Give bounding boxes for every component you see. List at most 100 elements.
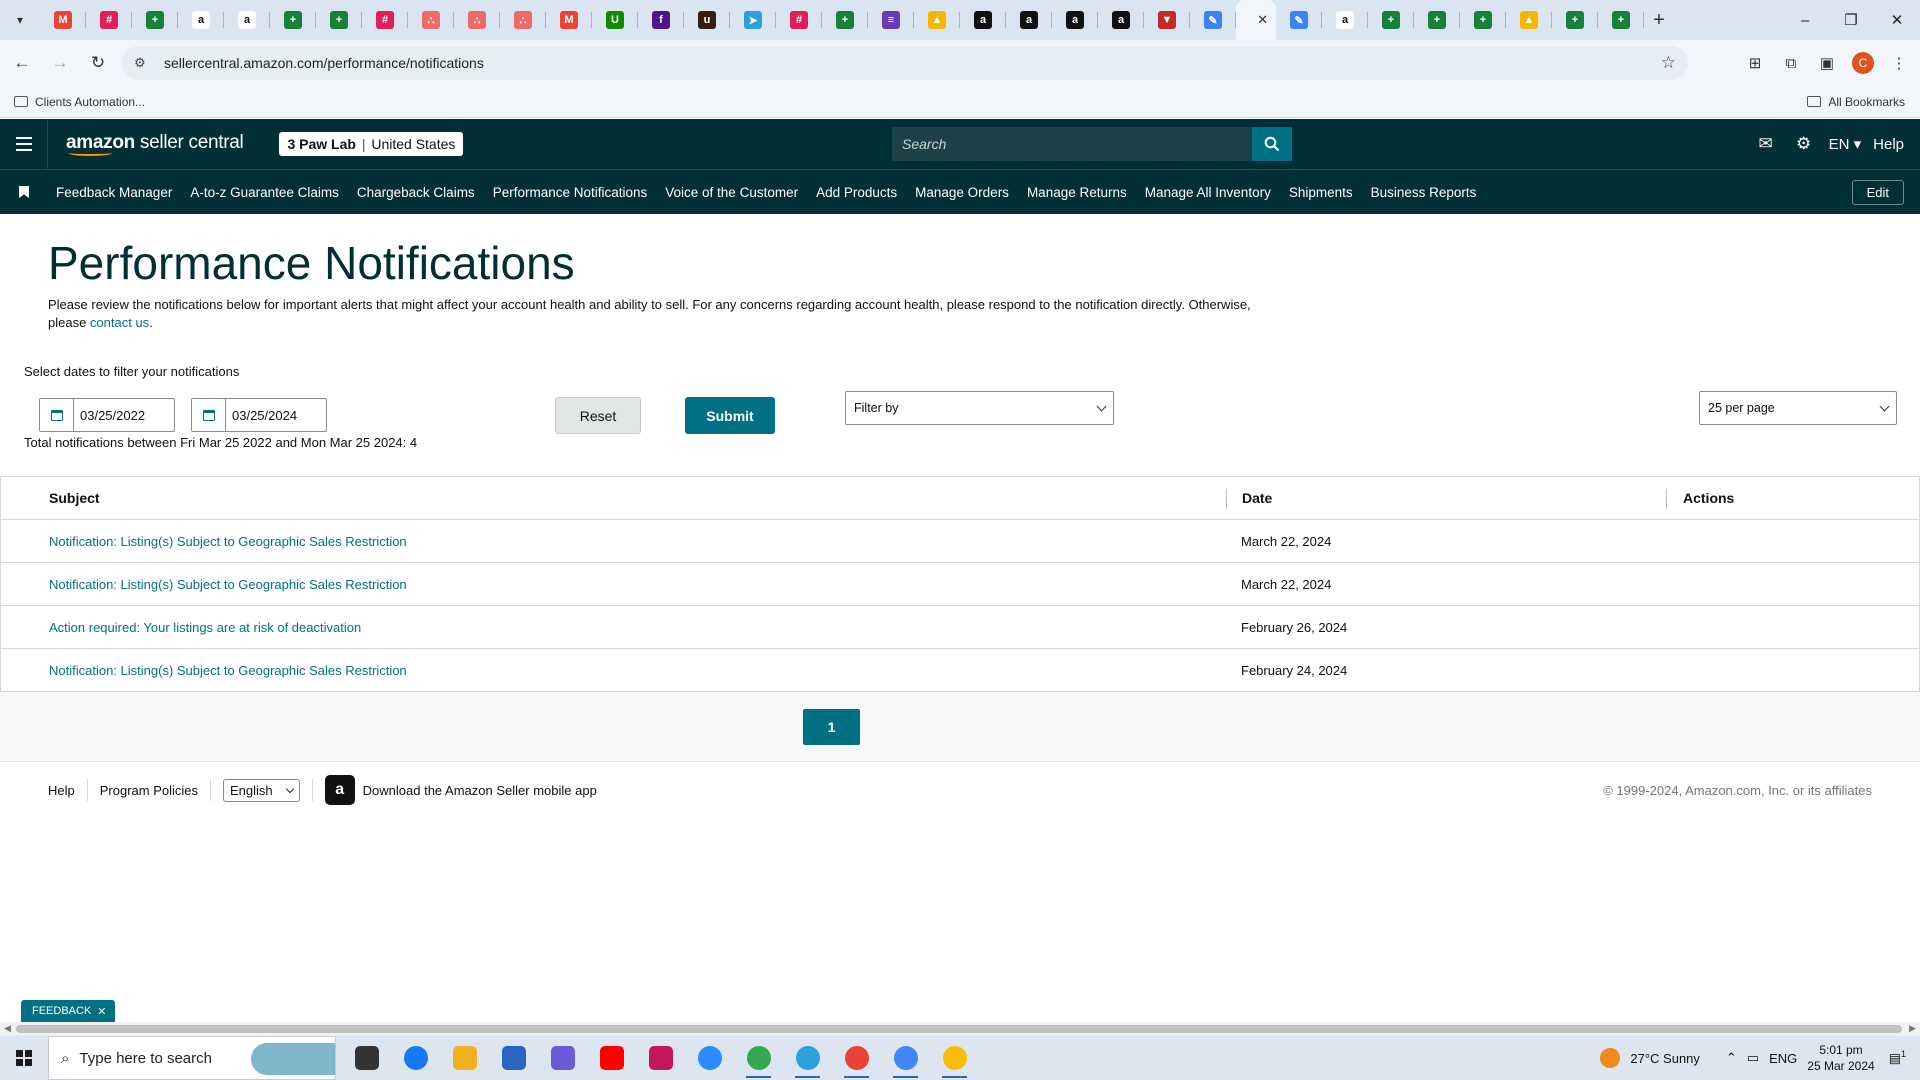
close-icon[interactable]: ✕ <box>97 1005 106 1018</box>
browser-tab[interactable]: ▲ <box>1506 0 1552 40</box>
forward-arrow-icon[interactable]: → <box>44 47 76 79</box>
site-info-icon[interactable]: ⚙ <box>134 55 154 71</box>
notification-subject-link[interactable]: Notification: Listing(s) Subject to Geog… <box>49 663 407 678</box>
notification-subject-link[interactable]: Action required: Your listings are at ri… <box>49 620 361 635</box>
bookmark-folder-clients-automation[interactable]: Clients Automation... <box>14 95 145 109</box>
minimize-icon[interactable]: – <box>1782 0 1828 40</box>
nav-link-manage-returns[interactable]: Manage Returns <box>1027 185 1127 200</box>
calendar-icon[interactable] <box>192 399 226 431</box>
browser-tab[interactable]: ≡ <box>868 0 914 40</box>
to-date-input[interactable]: 03/25/2024 <box>226 399 326 431</box>
taskbar-search-box[interactable]: ⌕ Type here to search <box>48 1036 336 1080</box>
browser-tab[interactable]: a <box>1098 0 1144 40</box>
browser-tab[interactable]: + <box>1460 0 1506 40</box>
browser-tab[interactable]: U <box>592 0 638 40</box>
back-arrow-icon[interactable]: ← <box>6 47 38 79</box>
new-tab-button[interactable]: + <box>1644 9 1674 32</box>
nav-link-manage-orders[interactable]: Manage Orders <box>915 185 1009 200</box>
clock[interactable]: 5:01 pm 25 Mar 2024 <box>1807 1042 1874 1074</box>
download-app-link[interactable]: Download the Amazon Seller mobile app <box>363 783 597 798</box>
windows-start-icon[interactable] <box>0 1036 48 1080</box>
contact-us-link[interactable]: contact us <box>90 315 149 330</box>
reload-icon[interactable]: ↻ <box>82 47 114 79</box>
column-divider[interactable] <box>1666 489 1667 509</box>
profile-avatar[interactable]: C <box>1852 52 1874 74</box>
browser-tab[interactable]: ∴ <box>454 0 500 40</box>
browser-tab[interactable]: + <box>1598 0 1644 40</box>
browser-tab[interactable]: a <box>1006 0 1052 40</box>
translate-icon[interactable]: ⊞ <box>1744 54 1766 72</box>
notification-subject-link[interactable]: Notification: Listing(s) Subject to Geog… <box>49 577 407 592</box>
amazon-app-icon[interactable]: a <box>324 775 355 805</box>
show-hidden-icons-chevron-icon[interactable]: ⌃ <box>1726 1050 1737 1066</box>
taskbar-app[interactable] <box>342 1036 391 1080</box>
browser-menu-icon[interactable]: ⋮ <box>1888 54 1910 72</box>
browser-tab[interactable]: a <box>1322 0 1368 40</box>
scroll-left-arrow-icon[interactable]: ◀ <box>4 1023 11 1034</box>
browser-tab[interactable]: ▼ <box>1144 0 1190 40</box>
search-button[interactable] <box>1252 127 1292 161</box>
edit-nav-button[interactable]: Edit <box>1851 180 1904 205</box>
nav-link-manage-inventory[interactable]: Manage All Inventory <box>1145 185 1271 200</box>
url-text[interactable]: sellercentral.amazon.com/performance/not… <box>164 55 484 71</box>
horizontal-scrollbar[interactable]: ◀ ▶ <box>0 1022 1920 1036</box>
taskbar-app[interactable] <box>489 1036 538 1080</box>
column-divider[interactable] <box>1226 489 1227 509</box>
mail-icon[interactable]: ✉ <box>1747 134 1785 154</box>
store-marketplace-switcher[interactable]: 3 Paw Lab | United States <box>279 132 464 156</box>
browser-tab[interactable]: + <box>1552 0 1598 40</box>
browser-tab[interactable]: a <box>178 0 224 40</box>
taskbar-app[interactable] <box>440 1036 489 1080</box>
browser-tab[interactable]: + <box>270 0 316 40</box>
browser-tab[interactable]: a <box>1052 0 1098 40</box>
close-window-icon[interactable]: ✕ <box>1874 0 1920 40</box>
per-page-select[interactable]: 25 per page <box>1699 391 1897 425</box>
taskbar-app[interactable] <box>881 1036 930 1080</box>
browser-tab[interactable]: ∴ <box>500 0 546 40</box>
browser-tab[interactable]: # <box>86 0 132 40</box>
browser-tab[interactable]: ➤ <box>730 0 776 40</box>
browser-tab[interactable]: # <box>362 0 408 40</box>
taskbar-app[interactable] <box>930 1036 979 1080</box>
tab-search-chevron-icon[interactable]: ▾ <box>6 6 34 34</box>
notification-center-icon[interactable]: ▤1 <box>1889 1049 1906 1066</box>
side-panel-icon[interactable]: ▣ <box>1816 54 1838 72</box>
nav-link-feedback-manager[interactable]: Feedback Manager <box>56 185 172 200</box>
nav-link-a-to-z-claims[interactable]: A-to-z Guarantee Claims <box>190 185 339 200</box>
from-date-field[interactable]: 03/25/2022 <box>39 398 175 432</box>
active-tab[interactable]: ✕ <box>1236 0 1276 40</box>
footer-language-select[interactable]: English <box>223 778 300 802</box>
submit-button[interactable]: Submit <box>685 397 775 434</box>
browser-tab[interactable]: ∴ <box>408 0 454 40</box>
footer-program-policies-link[interactable]: Program Policies <box>100 783 198 798</box>
browser-tab[interactable]: ▲ <box>914 0 960 40</box>
taskbar-app[interactable] <box>636 1036 685 1080</box>
amazon-seller-central-logo[interactable]: amazon seller central <box>66 132 244 156</box>
page-button-current[interactable]: 1 <box>803 709 860 745</box>
calendar-icon[interactable] <box>40 399 74 431</box>
help-link[interactable]: Help <box>1873 136 1904 153</box>
browser-tab[interactable]: ✎ <box>1190 0 1236 40</box>
extensions-icon[interactable]: ⧉ <box>1780 55 1802 72</box>
browser-tab[interactable]: ✎ <box>1276 0 1322 40</box>
nav-link-business-reports[interactable]: Business Reports <box>1371 185 1477 200</box>
nav-link-add-products[interactable]: Add Products <box>816 185 897 200</box>
browser-tab[interactable]: u <box>684 0 730 40</box>
browser-tab[interactable]: # <box>776 0 822 40</box>
taskbar-app[interactable] <box>783 1036 832 1080</box>
browser-tab[interactable]: M <box>40 0 86 40</box>
search-input[interactable]: Search <box>892 127 1252 161</box>
column-header-subject[interactable]: Subject <box>49 490 100 506</box>
restore-icon[interactable]: ❐ <box>1828 0 1874 40</box>
filter-by-select[interactable]: Filter by <box>845 391 1114 425</box>
close-tab-icon[interactable]: ✕ <box>1257 12 1268 28</box>
reset-button[interactable]: Reset <box>555 397 641 434</box>
nav-link-performance-notifications[interactable]: Performance Notifications <box>493 185 648 200</box>
taskbar-app[interactable] <box>734 1036 783 1080</box>
input-language[interactable]: ENG <box>1769 1051 1797 1066</box>
browser-tab[interactable]: + <box>1414 0 1460 40</box>
to-date-field[interactable]: 03/25/2024 <box>191 398 327 432</box>
taskbar-app[interactable] <box>685 1036 734 1080</box>
nav-link-shipments[interactable]: Shipments <box>1289 185 1353 200</box>
browser-tab[interactable]: M <box>546 0 592 40</box>
